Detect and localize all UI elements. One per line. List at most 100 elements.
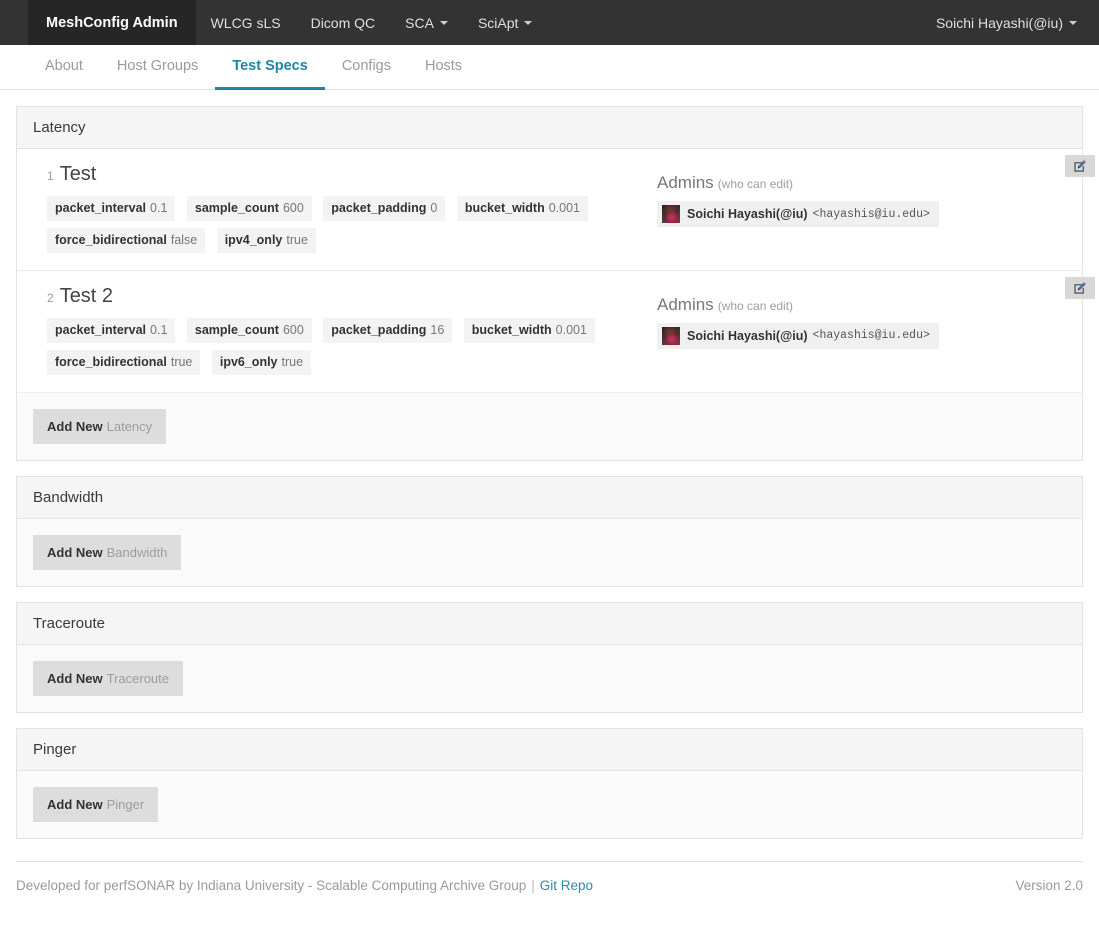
spec-tag-value: 0.001 <box>555 322 587 337</box>
tab-label: About <box>45 58 83 74</box>
test-spec-row[interactable]: 1 Test packet_interval 0.1 sample_count 60… <box>17 149 1095 271</box>
add-new-bandwidth-button[interactable]: Add New Bandwidth <box>33 534 182 570</box>
spec-tag-key: packet_padding <box>331 322 427 337</box>
add-new-label: Add New <box>47 418 103 434</box>
spec-tag-value: 600 <box>282 322 304 337</box>
test-spec-details: 1 Test packet_interval 0.1 sample_count 60… <box>33 163 653 260</box>
nav-item-label: SCA <box>405 14 434 31</box>
nav-item-wlcg-sls[interactable]: WLCG sLS <box>196 0 296 45</box>
panel-body-traceroute: Add New Traceroute <box>17 644 1082 712</box>
panel-title-pinger: Pinger <box>17 728 1082 771</box>
spec-tag-key: bucket_width <box>464 201 545 215</box>
edit-test-spec-button[interactable] <box>1065 155 1095 177</box>
user-menu[interactable]: Soichi Hayashi(@iu) <box>936 15 1077 31</box>
spec-tag-value: 600 <box>282 201 304 215</box>
edit-test-spec-button[interactable] <box>1065 276 1095 299</box>
panel-pinger: Pinger Add New Pinger <box>16 727 1083 839</box>
footer-credit: Developed for perfSONAR by Indiana Unive… <box>16 877 527 893</box>
user-avatar-image <box>662 326 680 345</box>
test-spec-number: 2 <box>47 290 54 305</box>
spec-tag-key: force_bidirectional <box>55 354 167 369</box>
edit-pencil-icon <box>1074 160 1086 172</box>
add-new-traceroute-button[interactable]: Add New Traceroute <box>33 660 184 696</box>
spec-tag: ipv6_only true <box>211 349 312 375</box>
panel-latency: Latency 1 Test packet_interval 0.1 sample… <box>16 106 1095 461</box>
spec-tag: packet_interval 0.1 <box>47 196 176 221</box>
spec-tag-key: ipv6_only <box>219 354 278 369</box>
spec-tag-key: packet_padding <box>331 201 427 215</box>
add-new-type-label: Pinger <box>106 796 145 812</box>
sub-navigation-tabs: About Host Groups Test Specs Configs Hos… <box>0 45 1099 90</box>
spec-tag-value: 16 <box>430 322 445 337</box>
page-footer: Developed for perfSONAR by Indiana Unive… <box>0 862 1099 893</box>
panel-title-bandwidth: Bandwidth <box>17 476 1082 519</box>
nav-item-dicom-qc[interactable]: Dicom QC <box>296 0 391 45</box>
user-avatar-image <box>662 205 680 223</box>
admin-name: Soichi Hayashi(@iu) <box>687 207 808 221</box>
spec-tag-value: true <box>286 232 308 247</box>
admins-heading: Admins (who can edit) <box>657 295 1066 315</box>
navbar-right: Soichi Hayashi(@iu) <box>936 0 1099 45</box>
spec-tag: packet_padding 0 <box>323 196 446 221</box>
admin-name: Soichi Hayashi(@iu) <box>687 328 808 343</box>
spec-tag-value: false <box>170 232 198 247</box>
spec-tag: force_bidirectional false <box>47 227 206 253</box>
admin-chip[interactable]: Soichi Hayashi(@iu) <hayashis@iu.edu> <box>657 322 939 349</box>
main-content: Latency 1 Test packet_interval 0.1 sample… <box>0 90 1099 839</box>
footer-version: Version 2.0 <box>1015 877 1083 893</box>
panel-title-traceroute: Traceroute <box>17 602 1082 645</box>
top-navbar: MeshConfig Admin WLCG sLS Dicom QC SCA S… <box>0 0 1099 45</box>
spec-tag-key: packet_interval <box>55 322 147 337</box>
test-spec-title: 2 Test 2 <box>47 285 653 308</box>
git-repo-link[interactable]: Git Repo <box>540 878 593 893</box>
spec-tag: force_bidirectional true <box>47 349 201 375</box>
spec-tag-value: true <box>170 354 193 369</box>
tab-host-groups[interactable]: Host Groups <box>100 45 215 90</box>
test-spec-details: 2 Test 2 packet_interval 0.1 sample_count… <box>33 285 653 382</box>
test-spec-tags: packet_interval 0.1 sample_count 600 packe… <box>47 196 653 260</box>
spec-tag-key: bucket_width <box>471 322 552 337</box>
admin-chip[interactable]: Soichi Hayashi(@iu) <hayashis@iu.edu> <box>657 201 939 227</box>
spec-tag: sample_count 600 <box>186 317 312 343</box>
test-spec-name: Test 2 <box>59 284 114 307</box>
admins-heading-hint: (who can edit) <box>717 177 794 191</box>
add-new-label: Add New <box>47 796 103 812</box>
panel-footer-traceroute: Add New Traceroute <box>17 644 1082 712</box>
tab-configs[interactable]: Configs <box>325 45 408 90</box>
caret-down-icon <box>439 20 448 25</box>
test-spec-tags: packet_interval 0.1 sample_count 600 packe… <box>47 317 653 382</box>
test-spec-row[interactable]: 2 Test 2 packet_interval 0.1 sample_count… <box>17 271 1095 393</box>
test-spec-number: 1 <box>47 169 54 183</box>
spec-tag: bucket_width 0.001 <box>456 196 588 221</box>
tab-label: Configs <box>341 58 391 74</box>
nav-item-sciapt[interactable]: SciApt <box>463 0 547 45</box>
spec-tag-value: 0.1 <box>150 322 168 337</box>
admins-heading-text: Admins <box>657 294 714 314</box>
add-new-type-label: Traceroute <box>106 670 170 686</box>
tab-label: Test Specs <box>232 58 308 74</box>
panel-title-latency: Latency <box>17 107 1082 149</box>
panel-traceroute: Traceroute Add New Traceroute <box>16 601 1083 713</box>
brand-meshconfig-admin[interactable]: MeshConfig Admin <box>28 0 196 45</box>
spec-tag-key: force_bidirectional <box>55 232 167 247</box>
spec-tag-key: sample_count <box>194 322 279 337</box>
nav-item-label: Dicom QC <box>310 14 376 31</box>
add-new-latency-button[interactable]: Add New Latency <box>33 408 167 444</box>
tab-about[interactable]: About <box>28 45 100 90</box>
add-new-type-label: Latency <box>106 418 153 434</box>
tab-hosts[interactable]: Hosts <box>408 45 479 90</box>
caret-down-icon <box>1069 20 1077 25</box>
test-spec-title: 1 Test <box>47 163 653 186</box>
spec-tag-key: packet_interval <box>55 201 147 215</box>
panel-footer-latency: Add New Latency <box>17 392 1082 460</box>
panel-body-latency: 1 Test packet_interval 0.1 sample_count 60… <box>17 149 1095 460</box>
admin-email: <hayashis@iu.edu> <box>812 207 930 221</box>
tab-test-specs[interactable]: Test Specs <box>215 45 325 90</box>
spec-tag-key: sample_count <box>194 201 279 215</box>
admins-heading-text: Admins <box>657 173 714 192</box>
spec-tag: packet_padding 16 <box>323 317 453 343</box>
spec-tag-key: ipv4_only <box>224 232 283 247</box>
add-new-pinger-button[interactable]: Add New Pinger <box>33 786 159 822</box>
nav-item-sca[interactable]: SCA <box>390 0 463 45</box>
tab-label: Host Groups <box>116 58 199 74</box>
